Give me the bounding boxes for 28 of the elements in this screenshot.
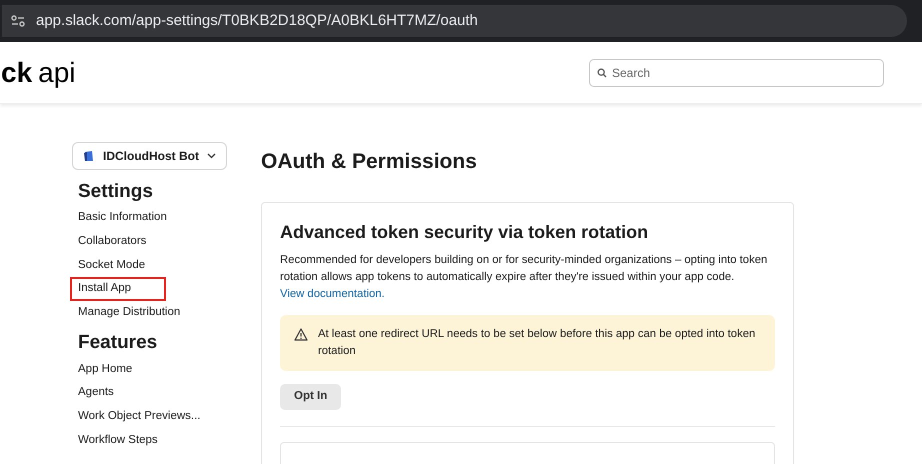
warning-text: At least one redirect URL needs to be set below before this app can be opted into token rotation bbox=[318, 326, 756, 358]
sidebar-item[interactable]: Collaborators bbox=[72, 230, 227, 254]
card-description: Recommended for developers building on or for security-minded organizations – opting into token rotation allows app tokens to automatically expire after they're issued within your app code. View documentation. bbox=[280, 252, 768, 302]
sidebar-item[interactable]: Agents bbox=[72, 381, 227, 405]
site-settings-icon[interactable] bbox=[10, 14, 26, 28]
sidebar-heading: Settings bbox=[78, 181, 154, 203]
page-title: OAuth & Permissions bbox=[261, 149, 478, 175]
opt-in-button[interactable]: Opt In bbox=[280, 384, 342, 410]
sidebar-item[interactable]: Basic Information bbox=[72, 206, 227, 230]
sidebar-item[interactable]: App Home bbox=[72, 357, 227, 382]
sidebar-item[interactable]: Work Object Previews... bbox=[72, 404, 227, 428]
app-selector[interactable]: IDCloudHost Bot bbox=[72, 142, 227, 170]
sidebar-heading: Features bbox=[78, 332, 158, 354]
chevron-icon bbox=[207, 153, 216, 159]
url-text: app.slack.com/app-settings/T0BKB2D18QP/A0BKL6HT7MZ/oauth bbox=[36, 10, 478, 31]
app-icon bbox=[83, 150, 95, 162]
search-icon bbox=[597, 68, 607, 78]
logo-text: ck bbox=[1, 56, 32, 90]
search-field[interactable]: Search bbox=[589, 58, 884, 86]
address-bar[interactable]: app.slack.com/app-settings/T0BKB2D18QP/A0BKL6HT7MZ/oauth bbox=[2, 5, 907, 37]
sidebar-item[interactable]: Install App bbox=[70, 277, 166, 301]
sidebar-item[interactable]: Workflow Steps bbox=[72, 428, 227, 452]
logo-subtext: api bbox=[38, 56, 76, 90]
sidebar-item[interactable]: Socket Mode bbox=[72, 253, 227, 278]
warning-icon bbox=[294, 328, 308, 340]
card-title: Advanced token security via token rotation bbox=[280, 220, 650, 244]
sidebar-item[interactable]: Manage Distribution bbox=[72, 300, 227, 324]
documentation-link[interactable]: View documentation. bbox=[280, 288, 385, 300]
